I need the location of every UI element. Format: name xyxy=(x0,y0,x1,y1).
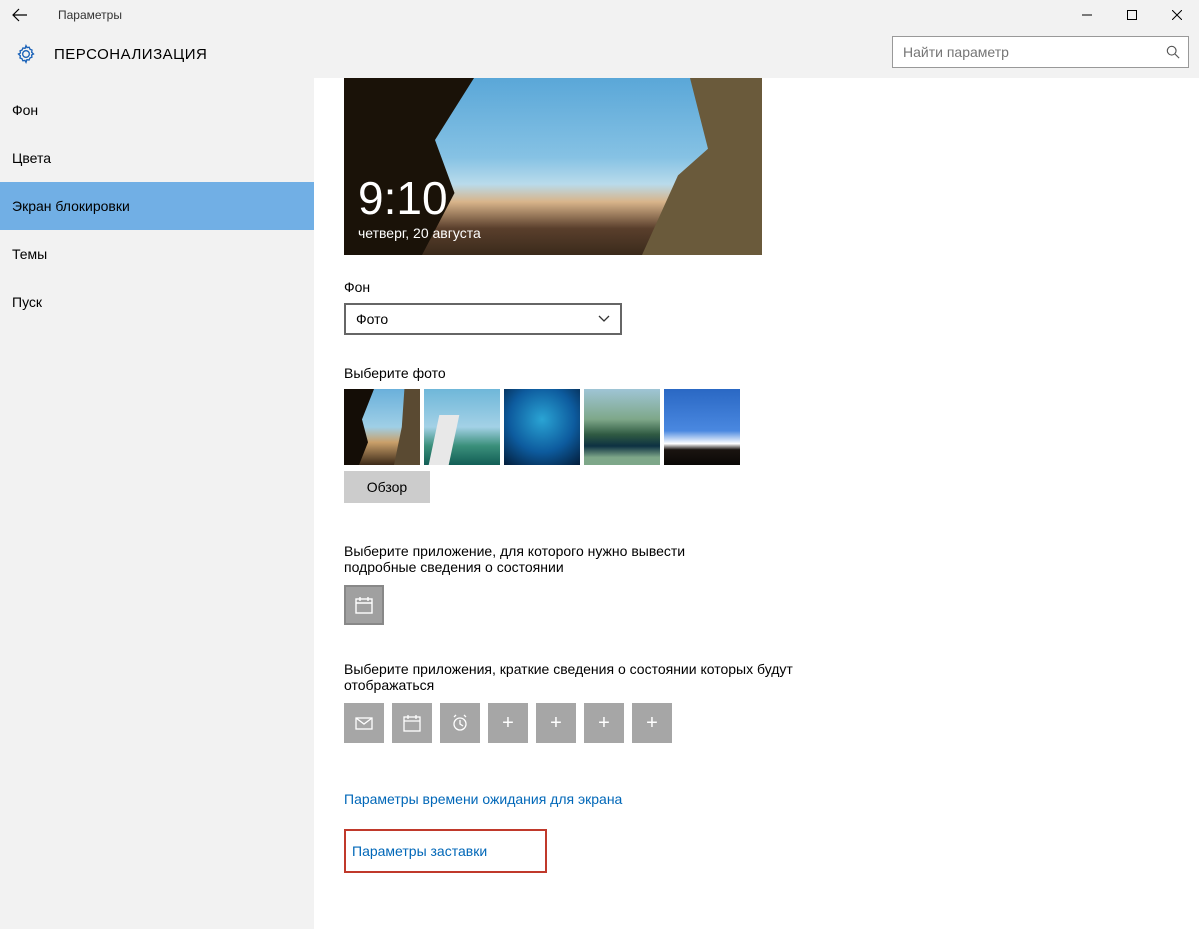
quick-app-tile-calendar[interactable] xyxy=(392,703,432,743)
background-dropdown[interactable]: Фото xyxy=(344,303,622,335)
screensaver-link-highlight: Параметры заставки xyxy=(344,829,547,873)
search-icon xyxy=(1158,45,1188,59)
lockscreen-preview: 9:10 четверг, 20 августа xyxy=(344,78,762,255)
plus-icon: + xyxy=(550,712,562,735)
window-controls xyxy=(1064,0,1199,30)
mail-icon xyxy=(354,713,374,733)
quick-app-tile-mail[interactable] xyxy=(344,703,384,743)
detailed-app-label: Выберите приложение, для которого нужно … xyxy=(344,543,724,575)
preview-time: 9:10 xyxy=(358,175,448,221)
detailed-app-tile-calendar[interactable] xyxy=(344,585,384,625)
calendar-icon xyxy=(354,595,374,615)
quick-app-slot-7[interactable]: + xyxy=(632,703,672,743)
arrow-left-icon xyxy=(12,7,28,23)
photo-thumb-5[interactable] xyxy=(664,389,740,465)
close-button[interactable] xyxy=(1154,0,1199,30)
quick-app-tile-alarm[interactable] xyxy=(440,703,480,743)
minimize-icon xyxy=(1082,10,1092,20)
alarm-icon xyxy=(450,713,470,733)
photo-thumb-4[interactable] xyxy=(584,389,660,465)
dropdown-value: Фото xyxy=(356,311,388,327)
background-label: Фон xyxy=(344,279,1199,295)
choose-photo-label: Выберите фото xyxy=(344,365,1199,381)
sidebar-item-background[interactable]: Фон xyxy=(0,86,314,134)
sidebar-item-colors[interactable]: Цвета xyxy=(0,134,314,182)
sidebar-item-label: Пуск xyxy=(12,294,42,310)
gear-icon xyxy=(16,44,36,64)
header: ПЕРСОНАЛИЗАЦИЯ xyxy=(0,30,1199,78)
quick-apps-label: Выберите приложения, краткие сведения о … xyxy=(344,661,794,693)
search-box[interactable] xyxy=(892,36,1189,68)
sidebar-item-label: Экран блокировки xyxy=(12,198,130,214)
sidebar: Фон Цвета Экран блокировки Темы Пуск xyxy=(0,78,314,929)
quick-app-slot-6[interactable]: + xyxy=(584,703,624,743)
plus-icon: + xyxy=(646,712,658,735)
page-title: ПЕРСОНАЛИЗАЦИЯ xyxy=(54,46,207,63)
sidebar-item-label: Фон xyxy=(12,102,38,118)
plus-icon: + xyxy=(598,712,610,735)
preview-date: четверг, 20 августа xyxy=(358,225,481,241)
maximize-button[interactable] xyxy=(1109,0,1154,30)
close-icon xyxy=(1172,10,1182,20)
sidebar-item-lockscreen[interactable]: Экран блокировки xyxy=(0,182,314,230)
plus-icon: + xyxy=(502,712,514,735)
browse-button[interactable]: Обзор xyxy=(344,471,430,503)
content: 9:10 четверг, 20 августа Фон Фото Выбери… xyxy=(314,78,1199,929)
window-title: Параметры xyxy=(58,8,122,22)
search-input[interactable] xyxy=(893,44,1158,60)
quick-app-slot-5[interactable]: + xyxy=(536,703,576,743)
calendar-icon xyxy=(402,713,422,733)
screensaver-settings-link[interactable]: Параметры заставки xyxy=(352,843,487,859)
photo-thumb-1[interactable] xyxy=(344,389,420,465)
sidebar-item-start[interactable]: Пуск xyxy=(0,278,314,326)
chevron-down-icon xyxy=(598,315,610,323)
back-button[interactable] xyxy=(0,0,40,30)
quick-app-slot-4[interactable]: + xyxy=(488,703,528,743)
maximize-icon xyxy=(1127,10,1137,20)
sidebar-item-label: Цвета xyxy=(12,150,51,166)
photo-thumb-3[interactable] xyxy=(504,389,580,465)
titlebar: Параметры xyxy=(0,0,1199,30)
minimize-button[interactable] xyxy=(1064,0,1109,30)
screen-timeout-link[interactable]: Параметры времени ожидания для экрана xyxy=(344,791,622,807)
sidebar-item-label: Темы xyxy=(12,246,47,262)
photo-thumb-2[interactable] xyxy=(424,389,500,465)
sidebar-item-themes[interactable]: Темы xyxy=(0,230,314,278)
photo-thumbnails xyxy=(344,389,1199,465)
